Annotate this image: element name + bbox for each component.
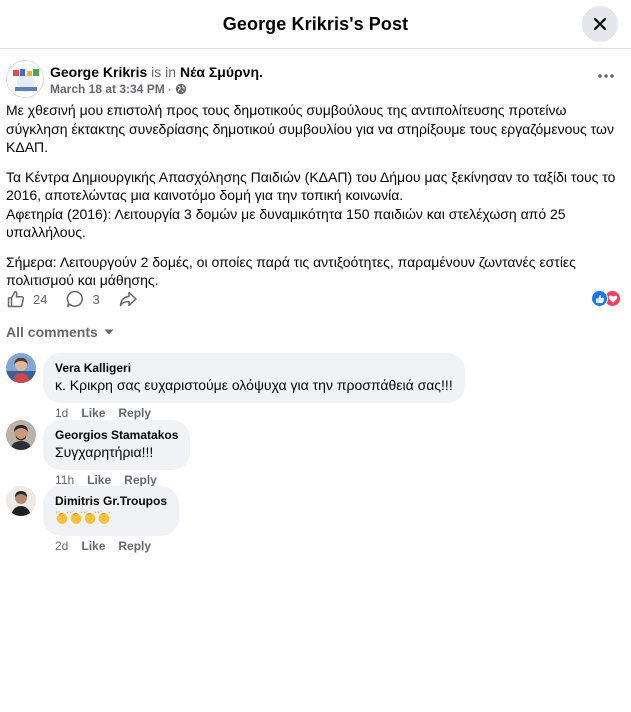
commenter-avatar[interactable] xyxy=(6,420,36,450)
comment-time[interactable]: 2d xyxy=(55,539,68,553)
is-in-text: is in xyxy=(151,63,177,80)
post-header: George Krikris is in Νέα Σμύρνη. March 1… xyxy=(6,60,263,98)
comment-time[interactable]: 11h xyxy=(55,473,74,487)
more-options-button[interactable] xyxy=(595,68,617,84)
author-name[interactable]: George Krikris xyxy=(50,64,147,80)
clapping-hands-emoji-icon xyxy=(55,510,69,524)
post-paragraph: Σήμερα: Λειτουργούν 2 δομές, οι οποίες π… xyxy=(6,253,576,289)
commenter-avatar[interactable] xyxy=(6,486,36,516)
comment-item: Vera Kalligeri κ. Κρικρη σας ευχαριστούμ… xyxy=(6,353,465,420)
comment-bubble: Dimitris Gr.Troupos xyxy=(43,486,180,536)
dialog-title: George Krikris's Post xyxy=(222,13,409,34)
like-count: 24 xyxy=(33,291,48,307)
comment-like-button[interactable]: Like xyxy=(81,406,105,420)
share-button[interactable] xyxy=(118,289,138,309)
post-paragraph: Με χθεσινή μου επιστολή προς τους δημοτι… xyxy=(6,102,614,155)
commenter-avatar[interactable] xyxy=(6,353,36,383)
dialog-header: George Krikris's Post xyxy=(0,0,631,49)
post-paragraph: Τα Κέντρα Δημιουργικής Απασχόλησης Παιδι… xyxy=(6,168,616,204)
post-paragraph: Αφετηρία (2016): Λειτουργία 3 δομών με δ… xyxy=(6,205,566,241)
comment-bubble: Georgios Stamatakos Συγχαρητήρια!!! xyxy=(43,420,191,470)
comment-reply-button[interactable]: Reply xyxy=(118,406,151,420)
close-button[interactable] xyxy=(582,6,618,42)
comment-text: Συγχαρητήρια!!! xyxy=(55,444,154,460)
clapping-hands-emoji-icon xyxy=(97,510,111,524)
commenter-name[interactable]: Dimitris Gr.Troupos xyxy=(55,493,167,509)
comment-item: Dimitris Gr.Troupos 2d Like Reply xyxy=(6,486,180,553)
like-reaction-icon xyxy=(591,290,608,307)
comment-like-button[interactable]: Like xyxy=(87,473,111,487)
meta-separator: · xyxy=(167,81,172,96)
comment-reply-button[interactable]: Reply xyxy=(124,473,157,487)
commenter-avatar-image xyxy=(6,353,36,383)
like-button[interactable]: 24 xyxy=(6,289,47,309)
post-actions: 24 3 xyxy=(6,289,156,309)
globe-icon xyxy=(175,83,186,94)
location-link[interactable]: Νέα Σμύρνη. xyxy=(180,64,263,80)
comment-text: κ. Κρικρη σας ευχαριστούμε ολόψυχα για τ… xyxy=(55,377,453,393)
comment-item: Georgios Stamatakos Συγχαρητήρια!!! 11h … xyxy=(6,420,191,487)
comment-icon xyxy=(67,290,84,308)
more-horizontal-icon xyxy=(598,74,614,78)
commenter-avatar-image xyxy=(6,420,36,450)
comment-button[interactable]: 3 xyxy=(65,289,100,309)
comment-filter-dropdown[interactable]: All comments xyxy=(6,324,114,340)
thumbs-up-icon xyxy=(7,291,25,308)
commenter-avatar-image xyxy=(6,486,36,516)
comment-bubble: Vera Kalligeri κ. Κρικρη σας ευχαριστούμ… xyxy=(43,353,465,403)
all-comments-label: All comments xyxy=(6,324,98,340)
comment-time[interactable]: 1d xyxy=(55,406,68,420)
reaction-summary[interactable] xyxy=(591,290,621,307)
author-avatar[interactable] xyxy=(6,60,44,98)
clapping-hands-emoji-icon xyxy=(69,510,83,524)
comment-like-button[interactable]: Like xyxy=(81,539,105,553)
clapping-hands-emoji-icon xyxy=(83,510,97,524)
post-timestamp[interactable]: March 18 at 3:34 PM xyxy=(50,82,165,96)
commenter-name[interactable]: Vera Kalligeri xyxy=(55,360,453,376)
post-body: Με χθεσινή μου επιστολή προς τους δημοτι… xyxy=(6,101,622,301)
comment-reply-button[interactable]: Reply xyxy=(118,539,151,553)
comment-text xyxy=(55,509,167,528)
share-icon xyxy=(119,291,137,307)
commenter-name[interactable]: Georgios Stamatakos xyxy=(55,427,178,443)
close-icon xyxy=(593,17,607,31)
author-avatar-image xyxy=(7,61,43,97)
comment-count: 3 xyxy=(92,291,100,307)
caret-down-icon xyxy=(104,329,114,335)
